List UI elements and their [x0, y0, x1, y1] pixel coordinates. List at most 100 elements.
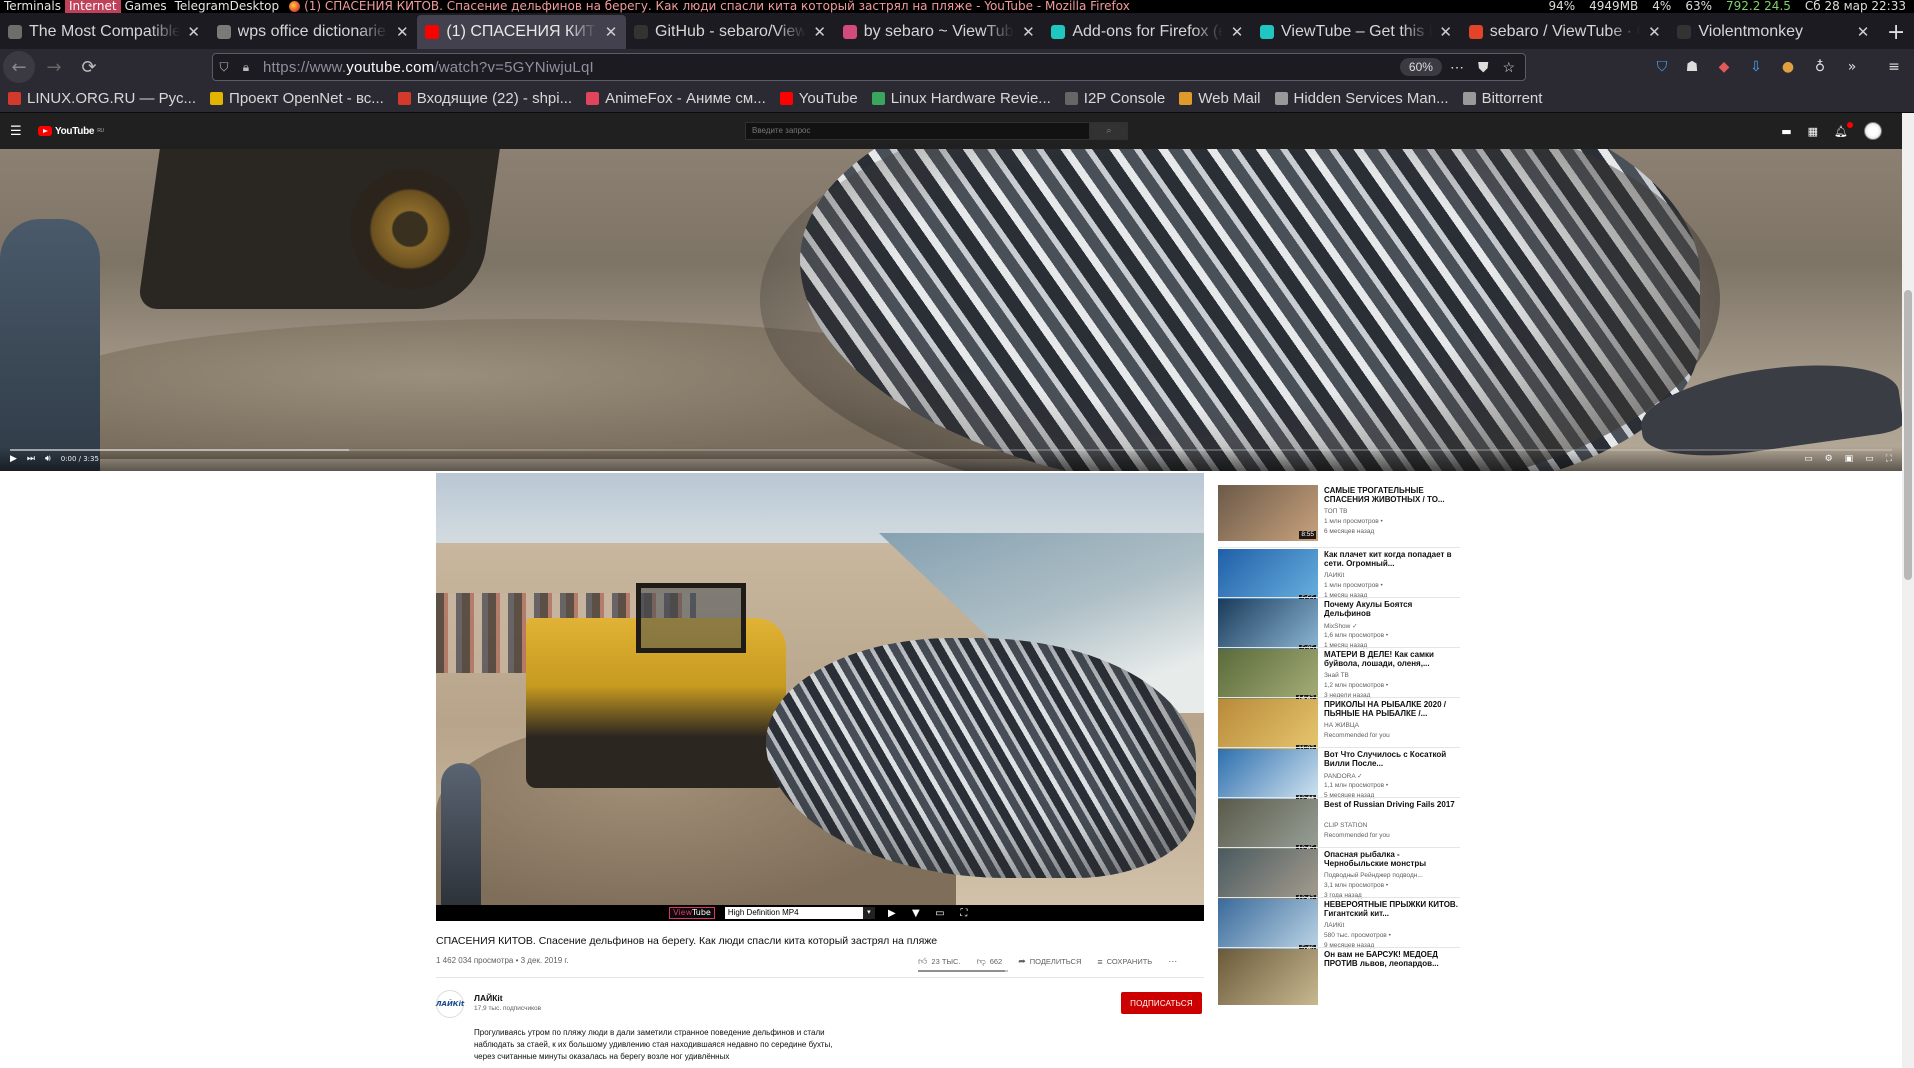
app-menu-icon[interactable]: ≡ — [1884, 57, 1904, 77]
tab-close-icon[interactable]: ✕ — [1856, 23, 1870, 41]
play-icon[interactable]: ▶ — [885, 908, 899, 919]
related-video-channel[interactable]: НА ЖИВЦА — [1324, 722, 1460, 729]
dislike-button[interactable]: 👎︎ 662 — [977, 956, 1003, 967]
tab-close-icon[interactable]: ✕ — [1439, 23, 1453, 41]
related-video-channel[interactable]: ТОП ТВ — [1324, 508, 1460, 515]
related-video-title[interactable]: МАТЕРИ В ДЕЛЕ! Как самки буйвола, лошади… — [1324, 650, 1460, 668]
tab-close-icon[interactable]: ✕ — [395, 23, 409, 41]
viewtube-video[interactable] — [436, 473, 1204, 905]
save-button[interactable]: ≡ СОХРАНИТЬ — [1097, 957, 1152, 967]
browser-tab[interactable]: ViewTube – Get this E ✕ — [1252, 15, 1461, 49]
zoom-indicator[interactable]: 60% — [1399, 58, 1442, 76]
quality-select[interactable]: High Definition MP4 ▾ — [724, 907, 875, 919]
subtitles-icon[interactable]: ▭ — [1804, 454, 1813, 464]
menu-internet[interactable]: Internet — [64, 0, 121, 13]
bookmark-item[interactable]: AnimeFox - Аниме см... — [586, 90, 766, 107]
page-actions-icon[interactable]: ⋯ — [1450, 59, 1464, 76]
lock-icon[interactable]: 🔒︎ — [235, 60, 257, 75]
extension-badge-icon[interactable]: ⛉ — [1652, 57, 1672, 77]
related-video-channel[interactable]: Подводный Рейнджер подводн... — [1324, 872, 1460, 879]
related-video-title[interactable]: Почему Акулы Боятся Дельфинов — [1324, 600, 1460, 618]
widesize-icon[interactable]: ▭ — [933, 908, 947, 919]
guide-menu-icon[interactable]: ☰ — [10, 124, 24, 139]
related-video-item[interactable]: Он вам не БАРСУК! МЕДОЕД ПРОТИВ львов, л… — [1218, 947, 1460, 1010]
bookmark-item[interactable]: I2P Console — [1064, 90, 1165, 107]
browser-tab[interactable]: Violentmonkey ✕ — [1669, 15, 1878, 49]
browser-tab[interactable]: Add-ons for Firefox (e ✕ — [1043, 15, 1252, 49]
downloads-icon[interactable]: ⇩ — [1746, 57, 1766, 77]
tab-close-icon[interactable]: ✕ — [1647, 23, 1661, 41]
tray-clock[interactable]: Сб 28 мар 22:33 — [1805, 0, 1906, 13]
more-actions-button[interactable]: ⋯ — [1168, 956, 1177, 967]
bookmark-item[interactable]: Проект OpenNet - вс... — [210, 90, 384, 107]
page-scrollbar-thumb[interactable] — [1904, 290, 1912, 580]
extension-violentmonkey-icon[interactable]: ♁ — [1810, 57, 1830, 77]
forward-button[interactable]: → — [38, 51, 70, 83]
related-video-title[interactable]: Best of Russian Driving Fails 2017 — [1324, 800, 1460, 809]
related-video-title[interactable]: ПРИКОЛЫ НА РЫБАЛКЕ 2020 / ПЬЯНЫЕ НА РЫБА… — [1324, 700, 1460, 718]
related-video-title[interactable]: Вот Что Случилось с Косаткой Вилли После… — [1324, 750, 1460, 768]
browser-tab[interactable]: by sebaro ~ ViewTube ✕ — [835, 15, 1044, 49]
viewtube-logo[interactable]: ViewTube — [669, 907, 715, 919]
reload-button[interactable]: ⟳ — [73, 51, 105, 83]
browser-tab[interactable]: The Most Compatible ✕ — [0, 15, 209, 49]
menu-terminals[interactable]: Terminals — [0, 0, 65, 13]
related-video-title[interactable]: САМЫЕ ТРОГАТЕЛЬНЫЕ СПАСЕНИЯ ЖИВОТНЫХ / Т… — [1324, 486, 1460, 504]
like-button[interactable]: 👍︎ 23 ТЫС. — [918, 956, 961, 967]
related-video-channel[interactable]: ЛАЙКit — [1324, 922, 1460, 929]
browser-tab[interactable]: sebaro / ViewTube · G ✕ — [1461, 15, 1670, 49]
youtube-logo[interactable]: YouTube RU — [38, 126, 104, 137]
browser-tab[interactable]: wps office dictionarie ✕ — [209, 15, 418, 49]
extension-ghost-icon[interactable]: ☗ — [1682, 57, 1702, 77]
bookmark-star-icon[interactable]: ☆ — [1502, 59, 1515, 76]
tab-close-icon[interactable]: ✕ — [813, 23, 827, 41]
url-text[interactable]: https://www.youtube.com/watch?v=5GYNiwju… — [263, 59, 594, 76]
theater-mode-icon[interactable]: ▭ — [1865, 454, 1874, 464]
bookmark-item[interactable]: YouTube — [779, 90, 858, 107]
fullsize-icon[interactable]: ⛶ — [957, 908, 971, 919]
youtube-video-player[interactable]: ▶ ⏭ 🔊︎ 0:00 / 3:35 ▭ ⚙ ▣ ▭ ⛶ — [0, 149, 1902, 471]
channel-name[interactable]: ЛАЙКit — [474, 993, 503, 1003]
shield-icon[interactable]: ⛉ — [213, 60, 235, 75]
extension-cookie-icon[interactable]: ● — [1778, 57, 1798, 77]
bookmark-item[interactable]: Входящие (22) - shpi... — [397, 90, 572, 107]
download-icon[interactable]: ▼ — [909, 908, 923, 919]
browser-tab[interactable]: GitHub - sebaro/View ✕ — [626, 15, 835, 49]
related-video-title[interactable]: Он вам не БАРСУК! МЕДОЕД ПРОТИВ львов, л… — [1324, 950, 1460, 968]
tab-close-icon[interactable]: ✕ — [1021, 23, 1035, 41]
tray-volume[interactable]: 94% — [1548, 0, 1575, 13]
bookmark-item[interactable]: Hidden Services Man... — [1274, 90, 1449, 107]
related-video-channel[interactable]: MixShow ✓ — [1324, 622, 1460, 630]
extension-eraser-icon[interactable]: ◆ — [1714, 57, 1734, 77]
notifications-bell-icon[interactable]: 🔔︎ — [1834, 121, 1853, 138]
bookmark-item[interactable]: Linux Hardware Revie... — [871, 90, 1051, 107]
apps-grid-icon[interactable]: ▦ — [1808, 125, 1818, 138]
chevron-down-icon[interactable]: ▾ — [862, 907, 875, 919]
back-button[interactable]: ← — [3, 51, 35, 83]
search-button[interactable]: ⌕ — [1090, 122, 1128, 140]
search-input[interactable]: Введите запрос — [745, 122, 1090, 140]
overflow-chevron-icon[interactable]: » — [1842, 57, 1862, 77]
play-icon[interactable]: ▶ — [10, 454, 17, 464]
video-thumbnail[interactable] — [1218, 949, 1318, 1005]
create-video-icon[interactable]: ▬ — [1781, 125, 1791, 138]
tab-close-icon[interactable]: ✕ — [604, 23, 618, 41]
channel-avatar[interactable]: ЛАЙКit — [436, 990, 464, 1018]
tab-close-icon[interactable]: ✕ — [1230, 23, 1244, 41]
next-icon[interactable]: ⏭ — [27, 454, 35, 464]
menu-games[interactable]: Games — [121, 0, 171, 13]
bookmark-item[interactable]: Web Mail — [1179, 90, 1261, 107]
account-avatar[interactable] — [1864, 122, 1882, 140]
related-video-channel[interactable]: PANDORA ✓ — [1324, 772, 1460, 780]
address-bar[interactable]: ⛉ 🔒︎ https://www.youtube.com/watch?v=5GY… — [212, 53, 1526, 81]
bookmark-item[interactable]: Bittorrent — [1462, 90, 1542, 107]
related-video-channel[interactable]: ЛАЙКit — [1324, 572, 1460, 579]
fullscreen-icon[interactable]: ⛶ — [1886, 454, 1892, 464]
related-video-title[interactable]: НЕВЕРОЯТНЫЕ ПРЫЖКИ КИТОВ. Гигантский кит… — [1324, 900, 1460, 918]
subscribe-button[interactable]: ПОДПИСАТЬСЯ — [1121, 992, 1202, 1014]
settings-gear-icon[interactable]: ⚙ — [1825, 454, 1833, 464]
page-scrollbar[interactable] — [1902, 113, 1914, 1068]
miniplayer-icon[interactable]: ▣ — [1845, 454, 1854, 464]
related-video-title[interactable]: Опасная рыбалка - Чернобыльские монстры — [1324, 850, 1460, 868]
tab-close-icon[interactable]: ✕ — [187, 23, 201, 41]
